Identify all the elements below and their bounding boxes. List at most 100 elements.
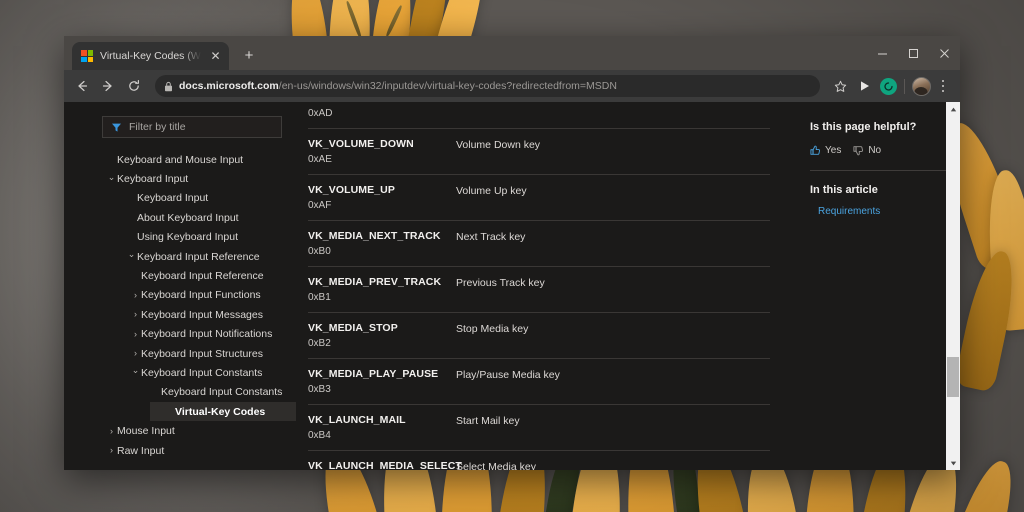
filter-icon — [111, 122, 122, 133]
bookmark-star-icon[interactable] — [828, 74, 852, 98]
scroll-down-arrow[interactable] — [946, 456, 960, 470]
page-content: Filter by title Keyboard and Mouse Input… — [64, 102, 960, 470]
chevron-right-icon[interactable]: › — [130, 330, 141, 339]
chevron-down-icon[interactable]: ⌄ — [126, 250, 137, 259]
vote-yes-button[interactable]: Yes — [810, 145, 841, 156]
scroll-up-arrow[interactable] — [946, 102, 960, 116]
key-constant-cell: VK_LAUNCH_MEDIA_SELECT0xB5 — [308, 460, 456, 470]
table-row: VK_MEDIA_STOP0xB2Stop Media key — [308, 312, 770, 358]
sidebar-item-label: Keyboard Input Notifications — [141, 328, 272, 340]
sidebar-item-label: Virtual-Key Codes — [175, 406, 265, 418]
sidebar-navigation: Filter by title Keyboard and Mouse Input… — [64, 102, 296, 470]
chevron-right-icon[interactable]: › — [106, 427, 117, 436]
key-name: VK_MEDIA_NEXT_TRACK — [308, 230, 456, 242]
extension-icon[interactable] — [855, 76, 875, 96]
sidebar-item-virtual-key-codes[interactable]: Virtual-Key Codes — [150, 402, 296, 421]
chevron-down-icon[interactable]: ⌄ — [106, 173, 117, 182]
profile-avatar[interactable] — [911, 76, 931, 96]
right-rail: Is this page helpful? Yes No In this art… — [800, 102, 960, 470]
key-name: VK_MEDIA_PREV_TRACK — [308, 276, 456, 288]
table-row-inner: VK_LAUNCH_MAIL0xB4Start Mail key — [308, 414, 770, 441]
table-row: VK_LAUNCH_MAIL0xB4Start Mail key — [308, 404, 770, 450]
sidebar-item-raw-input[interactable]: ›Raw Input — [64, 441, 296, 460]
key-code: 0xAF — [308, 200, 456, 211]
sidebar-item-keyboard-input-structures[interactable]: ›Keyboard Input Structures — [64, 344, 296, 363]
toc-link-requirements[interactable]: Requirements — [810, 206, 946, 217]
article-content: 0xAD VK_VOLUME_DOWN0xAEVolume Down keyVK… — [296, 102, 800, 470]
sidebar-item-about-keyboard-input[interactable]: About Keyboard Input — [64, 208, 296, 227]
sidebar-item-keyboard-input-notifications[interactable]: ›Keyboard Input Notifications — [64, 325, 296, 344]
key-description: Start Mail key — [456, 414, 520, 441]
page-scrollbar[interactable] — [946, 102, 960, 470]
chevron-right-icon[interactable]: › — [106, 446, 117, 455]
reload-button[interactable] — [122, 74, 146, 98]
browser-tab[interactable]: Virtual-Key Codes (Winuser.h) - ✕ — [72, 42, 229, 70]
tab-strip: Virtual-Key Codes (Winuser.h) - ✕ + — [64, 36, 960, 70]
key-name: VK_VOLUME_UP — [308, 184, 456, 196]
address-bar[interactable]: docs.microsoft.com/en-us/windows/win32/i… — [155, 75, 820, 97]
chevron-right-icon[interactable]: › — [130, 291, 141, 300]
close-button[interactable] — [929, 36, 960, 70]
table-row-inner: VK_VOLUME_DOWN0xAEVolume Down key — [308, 138, 770, 165]
sidebar-item-keyboard-input-messages[interactable]: ›Keyboard Input Messages — [64, 305, 296, 324]
sidebar-item-label: Keyboard Input Constants — [141, 367, 262, 379]
table-row-inner: VK_MEDIA_PREV_TRACK0xB1Previous Track ke… — [308, 276, 770, 303]
chevron-down-icon[interactable]: ⌄ — [130, 366, 141, 375]
kebab-menu-icon[interactable] — [934, 75, 952, 97]
browser-window: Virtual-Key Codes (Winuser.h) - ✕ + — [64, 36, 960, 470]
sidebar-item-label: Keyboard Input Reference — [137, 251, 260, 263]
chevron-right-icon[interactable]: › — [130, 349, 141, 358]
lock-icon — [164, 81, 173, 92]
key-code: 0xB1 — [308, 292, 456, 303]
table-row-inner: VK_MEDIA_STOP0xB2Stop Media key — [308, 322, 770, 349]
table-rows-host: VK_VOLUME_DOWN0xAEVolume Down key VK_VOLU… — [308, 128, 770, 470]
helpful-vote-group: Yes No — [810, 145, 946, 156]
new-tab-button[interactable]: + — [236, 43, 262, 69]
sidebar-item-keyboard-input-constants[interactable]: ⌄Keyboard Input Constants — [64, 363, 296, 382]
thumbs-up-icon — [810, 145, 821, 156]
minimize-button[interactable] — [867, 36, 898, 70]
sidebar-item-keyboard-input-reference[interactable]: Keyboard Input Reference — [64, 266, 296, 285]
sidebar-item-keyboard-input[interactable]: ⌄Keyboard Input — [64, 169, 296, 188]
vote-no-button[interactable]: No — [853, 145, 881, 156]
vote-no-label: No — [868, 145, 881, 156]
table-row: VK_VOLUME_UP0xAFVolume Up key — [308, 174, 770, 220]
toolbar-right-actions — [828, 74, 952, 98]
sidebar-item-keyboard-input-reference[interactable]: ⌄Keyboard Input Reference — [64, 247, 296, 266]
sidebar-item-keyboard-and-mouse-input[interactable]: Keyboard and Mouse Input — [64, 150, 296, 169]
forward-button[interactable] — [96, 74, 120, 98]
table-row: VK_MEDIA_NEXT_TRACK0xB0Next Track key — [308, 220, 770, 266]
sidebar-item-mouse-input[interactable]: ›Mouse Input — [64, 421, 296, 440]
key-constant-cell: VK_MEDIA_STOP0xB2 — [308, 322, 456, 349]
filter-input[interactable]: Filter by title — [102, 116, 282, 138]
key-description: Volume Down key — [456, 138, 540, 165]
url-path: /en-us/windows/win32/inputdev/virtual-ke… — [279, 80, 617, 92]
maximize-button[interactable] — [898, 36, 929, 70]
back-button[interactable] — [70, 74, 94, 98]
table-row: VK_LAUNCH_MEDIA_SELECT0xB5Select Media k… — [308, 450, 770, 470]
vote-yes-label: Yes — [825, 145, 841, 156]
filter-placeholder: Filter by title — [129, 121, 186, 133]
sidebar-item-label: Mouse Input — [117, 425, 175, 437]
key-description: Next Track key — [456, 230, 525, 257]
key-name: VK_MEDIA_STOP — [308, 322, 456, 334]
green-status-icon[interactable] — [878, 76, 898, 96]
chevron-right-icon[interactable]: › — [130, 310, 141, 319]
close-icon[interactable]: ✕ — [208, 49, 223, 64]
sidebar-item-keyboard-input-constants[interactable]: Keyboard Input Constants — [64, 383, 296, 402]
table-row-inner: VK_VOLUME_UP0xAFVolume Up key — [308, 184, 770, 211]
sidebar-item-label: Using Keyboard Input — [137, 231, 238, 243]
tab-title: Virtual-Key Codes (Winuser.h) - — [100, 50, 201, 62]
scrollbar-track[interactable] — [946, 116, 960, 456]
table-row-inner: VK_MEDIA_PLAY_PAUSE0xB3Play/Pause Media … — [308, 368, 770, 395]
toolbar-divider — [904, 79, 905, 94]
scrollbar-thumb[interactable] — [947, 357, 959, 397]
sidebar-item-keyboard-input-functions[interactable]: ›Keyboard Input Functions — [64, 286, 296, 305]
url-domain: docs.microsoft.com — [179, 80, 279, 92]
key-name: VK_LAUNCH_MEDIA_SELECT — [308, 460, 456, 470]
address-bar-url: docs.microsoft.com/en-us/windows/win32/i… — [179, 80, 617, 92]
table-row: VK_MEDIA_PREV_TRACK0xB1Previous Track ke… — [308, 266, 770, 312]
sidebar-item-keyboard-input[interactable]: Keyboard Input — [64, 189, 296, 208]
sidebar-item-label: Keyboard Input Messages — [141, 309, 263, 321]
sidebar-item-using-keyboard-input[interactable]: Using Keyboard Input — [64, 228, 296, 247]
